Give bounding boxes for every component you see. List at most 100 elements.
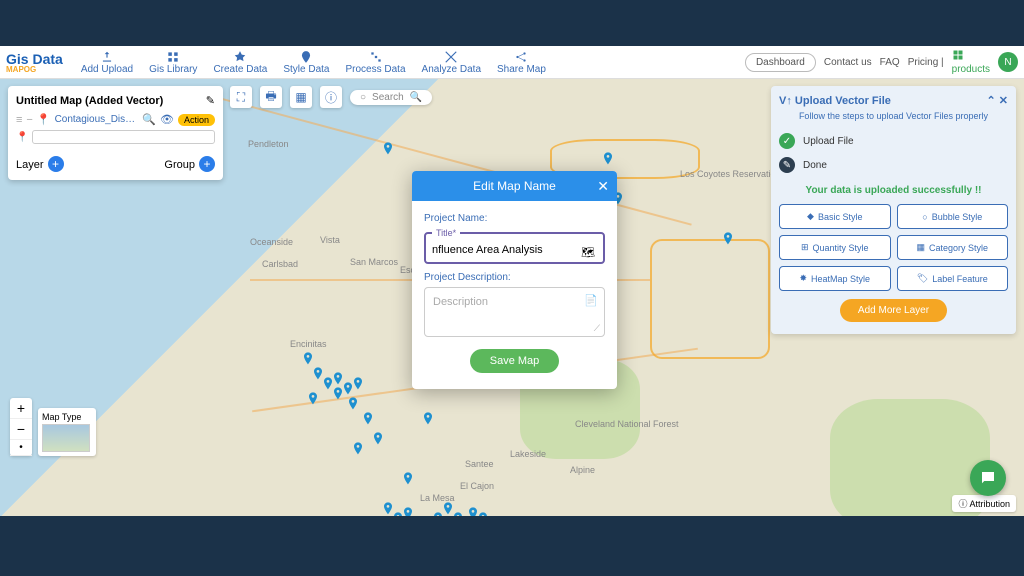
contact-link[interactable]: Contact us — [824, 57, 872, 68]
layer-action-chip[interactable]: Action — [178, 114, 215, 126]
top-toolbar: Gis Data MAPOG Add Upload Gis Library Cr… — [0, 46, 1024, 79]
fullscreen-icon[interactable]: ⛶ — [230, 86, 252, 108]
dashboard-button[interactable]: Dashboard — [745, 53, 816, 72]
heatmap-style-button[interactable]: ✸ HeatMap Style — [779, 266, 891, 291]
pencil-icon: ✎ — [779, 157, 795, 173]
save-map-button[interactable]: Save Map — [470, 349, 560, 373]
layer-filter-input[interactable] — [32, 130, 215, 144]
map-icon: 🗺 — [581, 246, 595, 259]
upload-vector-panel: V↑ Upload Vector File ⌃ ✕ Follow the ste… — [771, 86, 1016, 334]
print-icon[interactable]: 🖶 — [260, 86, 282, 108]
modal-title: Edit Map Name — [473, 179, 556, 193]
basic-style-button[interactable]: ◆ Basic Style — [779, 204, 891, 229]
layers-panel: Untitled Map (Added Vector) ✎ ≡ − 📍 Cont… — [8, 86, 223, 180]
map-marker[interactable] — [400, 469, 416, 489]
city-label: Oceanside — [250, 237, 293, 247]
map-type-thumb — [42, 424, 90, 452]
edit-title-icon[interactable]: ✎ — [206, 94, 215, 107]
info-icon[interactable]: ⓘ — [320, 86, 342, 108]
rp-subtitle: Follow the steps to upload Vector Files … — [779, 111, 1008, 121]
title-legend: Title* — [432, 228, 460, 238]
city-label: Pendleton — [248, 139, 289, 149]
map-marker[interactable] — [370, 429, 386, 449]
measure-icon[interactable]: ▦ — [290, 86, 312, 108]
close-panel-icon[interactable]: ✕ — [999, 95, 1008, 107]
attribution[interactable]: ⓘ Attribution — [952, 495, 1016, 512]
zoom-out-button[interactable]: − — [10, 419, 32, 440]
city-label: Santee — [465, 459, 494, 469]
city-label: Encinitas — [290, 339, 327, 349]
faq-link[interactable]: FAQ — [880, 57, 900, 68]
remove-icon[interactable]: − — [26, 114, 32, 126]
city-label: El Cajon — [460, 481, 494, 491]
zoom-in-button[interactable]: + — [10, 398, 32, 419]
close-icon[interactable]: ✕ — [597, 178, 609, 195]
map-marker[interactable] — [720, 229, 736, 249]
tb-process-data[interactable]: Process Data — [346, 50, 406, 75]
pricing-link[interactable]: Pricing | — [908, 57, 944, 68]
quantity-style-button[interactable]: ⊞ Quantity Style — [779, 235, 891, 260]
doc-icon: 📄 — [584, 294, 598, 307]
add-more-layer-button[interactable]: Add More Layer — [840, 299, 947, 322]
desc-label: Project Description: — [424, 272, 605, 283]
search-box[interactable]: ○ Search 🔍 — [350, 90, 432, 105]
zoom-reset-button[interactable]: • — [10, 440, 32, 456]
map-marker[interactable] — [345, 394, 361, 414]
step-upload-file: ✓ Upload File — [779, 129, 1008, 153]
map-marker[interactable] — [475, 509, 491, 516]
brand-logo: Gis Data MAPOG — [6, 51, 63, 73]
title-input[interactable] — [432, 244, 572, 256]
group-label: Group — [164, 159, 195, 171]
zoom-layer-icon[interactable]: 🔍 — [142, 113, 156, 126]
search-go-icon[interactable]: 🔍 — [410, 92, 422, 103]
bubble-style-button[interactable]: ○ Bubble Style — [897, 204, 1009, 229]
city-label: Carlsbad — [262, 259, 298, 269]
products-link[interactable]: products — [952, 49, 990, 75]
tb-gis-library[interactable]: Gis Library — [149, 50, 197, 75]
collapse-icon[interactable]: ⌃ — [987, 95, 996, 107]
drag-handle-icon[interactable]: ≡ — [16, 114, 22, 126]
resize-handle-icon[interactable]: ⟋ — [594, 323, 600, 334]
project-name-label: Project Name: — [424, 213, 605, 224]
category-style-button[interactable]: ▦ Category Style — [897, 235, 1009, 260]
city-label: Alpine — [570, 465, 595, 475]
map-marker[interactable] — [420, 409, 436, 429]
map-marker[interactable] — [350, 439, 366, 459]
map-type-control[interactable]: Map Type — [38, 408, 96, 456]
pin-icon: 📍 — [16, 132, 28, 143]
tb-add-upload[interactable]: Add Upload — [81, 50, 133, 75]
user-avatar[interactable]: N — [998, 52, 1018, 72]
layer-name[interactable]: Contagious_Dise... — [55, 114, 139, 125]
map-marker[interactable] — [330, 369, 346, 389]
city-label: Vista — [320, 235, 340, 245]
city-label: Cleveland National Forest — [575, 419, 679, 429]
tb-style-data[interactable]: Style Data — [283, 50, 329, 75]
map-marker[interactable] — [350, 374, 366, 394]
check-icon: ✓ — [779, 133, 795, 149]
map-marker[interactable] — [450, 509, 466, 516]
map-marker[interactable] — [360, 409, 376, 429]
zoom-control: + − • — [10, 398, 32, 456]
add-group-button[interactable]: + — [199, 156, 215, 172]
map-marker[interactable] — [410, 514, 426, 516]
layer-label: Layer — [16, 159, 44, 171]
tb-share-map[interactable]: Share Map — [497, 50, 546, 75]
label-feature-button[interactable]: 🏷 Label Feature — [897, 266, 1009, 291]
visibility-icon[interactable]: 👁 — [160, 113, 174, 126]
tb-create-data[interactable]: Create Data — [213, 50, 267, 75]
city-label: San Marcos — [350, 257, 398, 267]
chat-fab[interactable] — [970, 460, 1006, 496]
tb-analyze-data[interactable]: Analyze Data — [422, 50, 481, 75]
step-done: ✎ Done — [779, 153, 1008, 177]
description-input[interactable]: Description 📄 ⟋ — [424, 287, 605, 337]
pin-icon: 📍 — [37, 113, 51, 126]
rp-title: Upload Vector File — [795, 95, 891, 107]
add-layer-button[interactable]: + — [48, 156, 64, 172]
city-label: Los Coyotes Reservation — [680, 169, 781, 179]
success-message: Your data is uploaded successfully !! — [779, 185, 1008, 196]
map-title: Untitled Map (Added Vector) — [16, 95, 163, 107]
map-toolbar: ⛶ 🖶 ▦ ⓘ ○ Search 🔍 — [230, 86, 432, 108]
map-marker[interactable] — [380, 139, 396, 159]
map-marker[interactable] — [600, 149, 616, 169]
map-marker[interactable] — [305, 389, 321, 409]
